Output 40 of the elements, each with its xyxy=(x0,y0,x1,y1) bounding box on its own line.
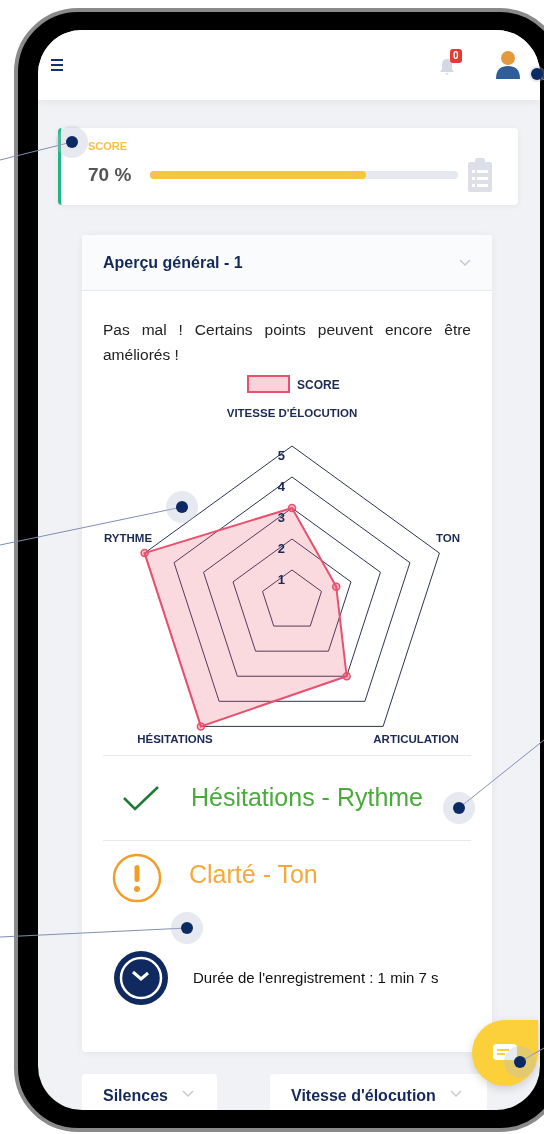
result-label: Clarté - Ton xyxy=(189,859,318,890)
chevron-down-icon xyxy=(459,258,471,267)
chat-icon xyxy=(493,1044,517,1062)
marker-dot xyxy=(56,126,88,158)
data-point xyxy=(331,582,341,591)
clipboard-list-icon xyxy=(468,158,492,192)
menu-icon[interactable] xyxy=(51,58,63,72)
marker-dot xyxy=(443,792,475,824)
marker-dot xyxy=(171,912,203,944)
data-point xyxy=(287,503,297,513)
score-value: 70 % xyxy=(88,162,133,187)
chevron-down-icon xyxy=(181,1090,194,1098)
axis-label: ARTICULATION xyxy=(373,733,459,745)
chevron-down-icon xyxy=(449,1090,462,1098)
overview-message: Pas mal ! Certains points peuvent encore être améliorés ! xyxy=(103,320,471,365)
axis-label: VITESSE D'ÉLOCUTION xyxy=(226,407,358,419)
tick-label: 3 xyxy=(277,510,285,525)
section-card[interactable]: Vitesse d'élocution xyxy=(270,1074,487,1110)
legend-label: SCORE xyxy=(297,378,340,392)
overview-header[interactable]: Aperçu général - 1 xyxy=(82,235,492,291)
exclamation-icon xyxy=(112,853,162,903)
score-label: SCORE xyxy=(88,141,129,152)
data-point xyxy=(140,548,149,558)
bell-icon xyxy=(439,58,455,76)
marker-dot xyxy=(504,1046,536,1078)
notification-badge: 0 xyxy=(450,49,462,63)
checkmark-icon xyxy=(122,784,160,812)
marker-dot xyxy=(166,491,198,523)
axis-label: HÉSITATIONS xyxy=(137,733,213,745)
clock-icon xyxy=(114,951,168,1005)
data-point xyxy=(342,672,351,681)
recording-duration: Durée de l'enregistrement : 1 min 7 s xyxy=(193,967,439,988)
result-label: Hésitations - Rythme xyxy=(191,782,424,814)
data-point xyxy=(196,722,206,731)
axis-label: TON xyxy=(435,532,461,544)
axis-label: RYTHME xyxy=(103,532,153,544)
tick-label: 1 xyxy=(277,572,285,587)
section-card[interactable]: Silences xyxy=(82,1074,217,1110)
tick-label: 2 xyxy=(277,541,285,556)
marker-dot xyxy=(529,66,544,82)
